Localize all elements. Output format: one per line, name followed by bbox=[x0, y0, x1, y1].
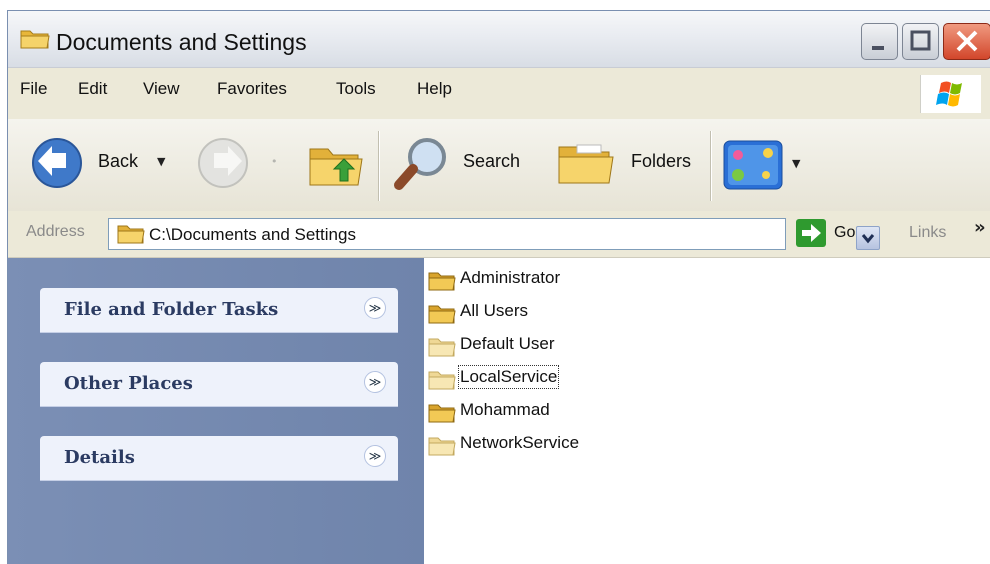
folders-icon bbox=[558, 144, 614, 184]
search-label: Search bbox=[463, 151, 521, 171]
panel-other-places[interactable]: Other Places ≫ bbox=[40, 362, 398, 406]
panel-details[interactable]: Details ≫ bbox=[40, 436, 398, 480]
maximize-icon bbox=[910, 30, 931, 51]
title-bar[interactable]: Documents and Settings bbox=[8, 11, 990, 68]
go-button[interactable] bbox=[796, 219, 826, 247]
standard-toolbar: Back ▼ • Search Folders ▼ bbox=[8, 119, 990, 212]
panel-file-and-folder-tasks[interactable]: File and Folder Tasks ≫ bbox=[40, 288, 398, 332]
chevron-down-icon bbox=[861, 234, 875, 244]
toolbar-separator bbox=[710, 131, 711, 201]
address-bar: Address C:\Documents and Settings Go Lin… bbox=[8, 211, 990, 258]
close-button[interactable] bbox=[943, 23, 990, 60]
menu-help[interactable]: Help bbox=[417, 79, 452, 99]
address-label: Address bbox=[26, 223, 85, 240]
address-path: C:\Documents and Settings bbox=[149, 225, 356, 244]
file-name: Administrator bbox=[460, 268, 561, 287]
folder-icon bbox=[117, 225, 145, 244]
address-input[interactable]: C:\Documents and Settings bbox=[108, 218, 880, 250]
toolbar-separator bbox=[378, 131, 379, 201]
go-label[interactable]: Go bbox=[834, 224, 855, 242]
menu-tools[interactable]: Tools bbox=[336, 79, 376, 99]
forward-dropdown-icon[interactable]: • bbox=[271, 155, 278, 168]
links-label[interactable]: Links bbox=[909, 224, 946, 242]
folder-icon bbox=[428, 338, 456, 357]
file-name: Mohammad bbox=[460, 400, 550, 419]
folders-button[interactable]: Folders bbox=[553, 135, 698, 193]
back-button[interactable]: Back ▼ bbox=[26, 137, 181, 189]
minimize-icon bbox=[872, 46, 884, 50]
maximize-button[interactable] bbox=[902, 23, 939, 60]
file-list: Administrator All Users Default User Loc… bbox=[424, 258, 990, 564]
window-title: Documents and Settings bbox=[56, 29, 307, 55]
panel-title: Other Places bbox=[64, 373, 193, 394]
views-dropdown-icon[interactable]: ▼ bbox=[792, 157, 800, 170]
forward-arrow-icon bbox=[198, 138, 248, 188]
menu-edit[interactable]: Edit bbox=[78, 79, 107, 99]
file-name: LocalService bbox=[457, 365, 560, 389]
chevron-down-icon[interactable]: ≫ bbox=[364, 371, 386, 393]
menu-view[interactable]: View bbox=[143, 79, 180, 99]
panel-title: Details bbox=[64, 447, 135, 468]
menu-file[interactable]: File bbox=[20, 79, 47, 99]
menu-favorites[interactable]: Favorites bbox=[217, 79, 287, 99]
windows-logo bbox=[920, 75, 981, 113]
chevron-down-icon[interactable]: ≫ bbox=[364, 445, 386, 467]
panel-title: File and Folder Tasks bbox=[64, 299, 279, 320]
folder-icon bbox=[428, 404, 456, 423]
minimize-button[interactable] bbox=[861, 23, 898, 60]
folder-icon bbox=[428, 305, 456, 324]
menu-bar: File Edit View Favorites Tools Help bbox=[8, 69, 990, 120]
views-button[interactable]: ▼ bbox=[722, 137, 812, 193]
explorer-window: Documents and Settings File Edit View Fa… bbox=[7, 10, 990, 564]
back-label: Back bbox=[98, 151, 139, 171]
folder-icon bbox=[428, 437, 456, 456]
go-arrow-icon bbox=[802, 224, 821, 242]
forward-button[interactable]: • bbox=[186, 137, 286, 189]
search-icon bbox=[394, 138, 446, 190]
folder-up-icon[interactable] bbox=[306, 139, 366, 191]
folder-icon bbox=[20, 30, 50, 49]
file-name: Default User bbox=[460, 334, 555, 353]
folder-icon bbox=[428, 371, 456, 390]
close-icon bbox=[956, 30, 978, 52]
task-pane: File and Folder Tasks ≫ Other Places ≫ D… bbox=[8, 258, 424, 564]
views-icon bbox=[723, 140, 783, 190]
back-dropdown-icon[interactable]: ▼ bbox=[157, 155, 165, 168]
file-name: All Users bbox=[460, 301, 529, 320]
back-arrow-icon bbox=[32, 138, 82, 188]
folders-label: Folders bbox=[631, 151, 692, 171]
folder-icon bbox=[428, 272, 456, 291]
file-name: NetworkService bbox=[460, 433, 580, 452]
address-dropdown-button[interactable] bbox=[856, 226, 880, 250]
links-chevron-icon[interactable]: » bbox=[974, 217, 986, 238]
chevron-down-icon[interactable]: ≫ bbox=[364, 297, 386, 319]
search-button[interactable]: Search bbox=[391, 135, 541, 193]
windows-flag-icon bbox=[936, 81, 962, 107]
